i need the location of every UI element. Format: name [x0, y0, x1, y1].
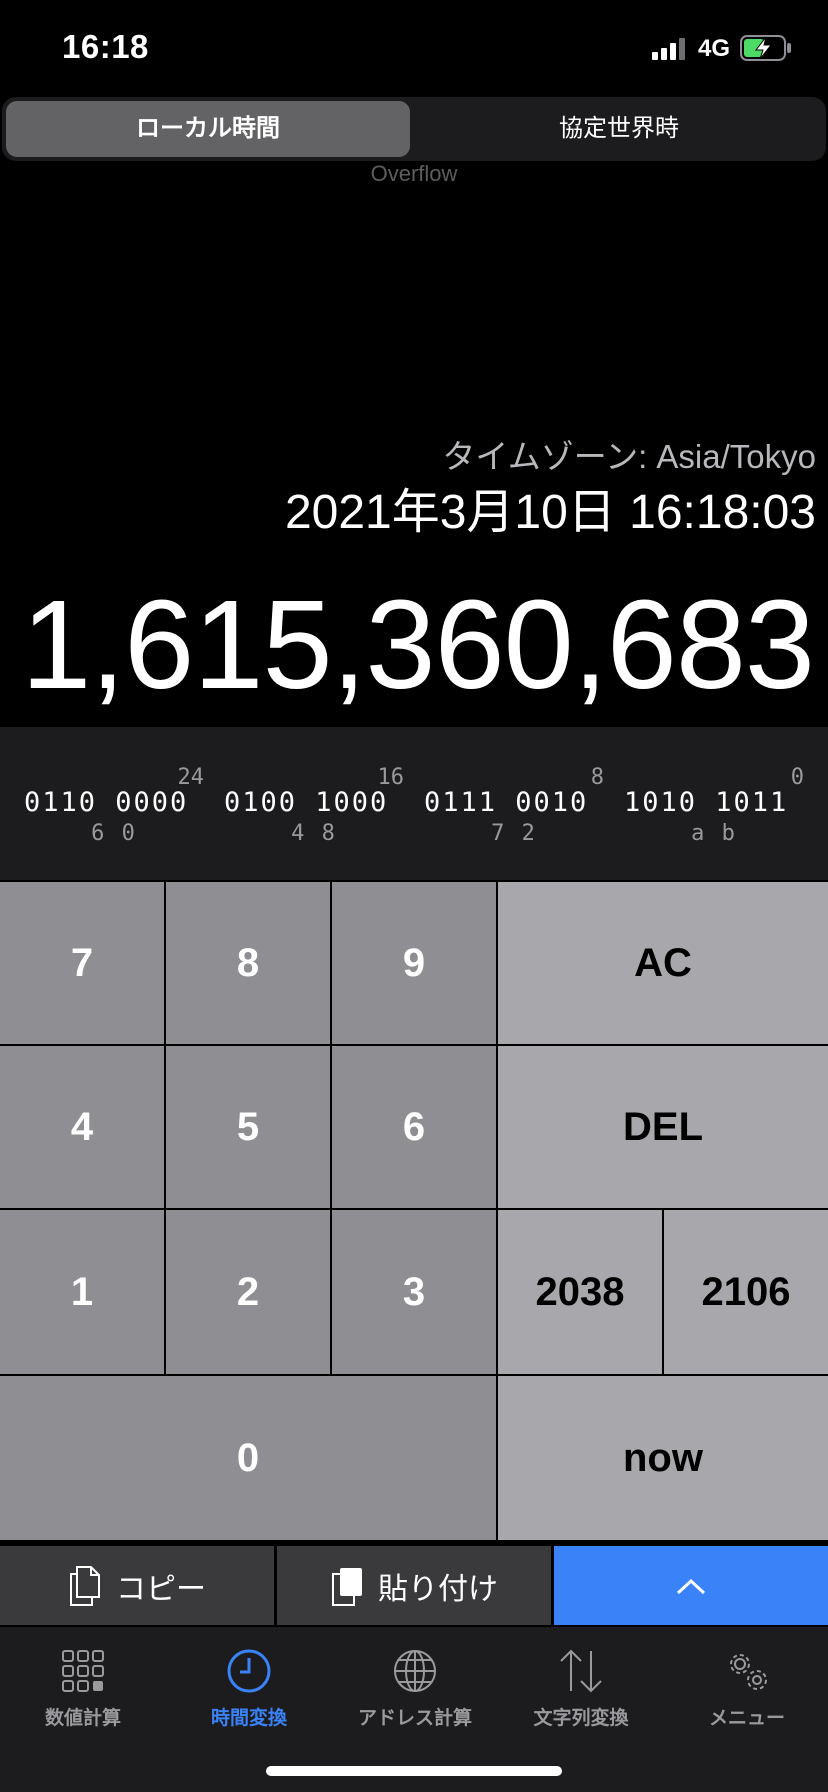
key-4[interactable]: 4: [0, 1046, 164, 1208]
binary-bits: 0110 0000: [24, 787, 189, 818]
tab-number-calc[interactable]: 数値計算: [0, 1647, 166, 1747]
hex-digits: a b: [691, 821, 737, 846]
binary-group: 16 0100 1000 4 8: [224, 727, 424, 880]
hex-digits: 7 2: [491, 821, 537, 846]
binary-group: 24 0110 0000 6 0: [24, 727, 224, 880]
hex-digits: 6 0: [91, 821, 137, 846]
battery-charging-icon: [740, 35, 791, 61]
key-7[interactable]: 7: [0, 882, 164, 1044]
copy-button[interactable]: コピー: [0, 1546, 274, 1625]
key-2[interactable]: 2: [166, 1210, 330, 1374]
grid-icon: [62, 1650, 104, 1692]
home-indicator[interactable]: [266, 1766, 562, 1776]
clock-icon: [227, 1649, 271, 1693]
paste-icon: [332, 1567, 362, 1606]
bit-position: 8: [590, 765, 604, 790]
paste-label: 貼り付け: [378, 1572, 498, 1606]
status-time: 16:18: [62, 28, 149, 65]
signal-icon: [652, 38, 685, 60]
copy-label: コピー: [116, 1572, 206, 1606]
delete-button[interactable]: DEL: [498, 1046, 828, 1208]
timezone-label[interactable]: タイムゾーン: Asia/Tokyo: [442, 430, 816, 478]
binary-panel: 24 0110 0000 6 0 16 0100 1000 4 8 8 0111…: [0, 727, 828, 880]
binary-group: 0 1010 1011 a b: [624, 727, 824, 880]
key-8[interactable]: 8: [166, 882, 330, 1044]
key-3[interactable]: 3: [332, 1210, 496, 1374]
key-6[interactable]: 6: [332, 1046, 496, 1208]
tab-address-calc[interactable]: アドレス計算: [332, 1647, 498, 1747]
tab-string-convert[interactable]: 文字列変換: [498, 1647, 664, 1747]
keypad: 7 8 9 AC 4 5 6 DEL 1 2 3 2038 2106 0 now: [0, 880, 828, 1545]
tab-label: メニュー: [708, 1708, 785, 1729]
tab-label: 数値計算: [44, 1708, 121, 1729]
collapse-keypad-button[interactable]: [554, 1546, 828, 1625]
tab-time-convert[interactable]: 時間変換: [166, 1647, 332, 1747]
all-clear-button[interactable]: AC: [498, 882, 828, 1044]
segment-local-time[interactable]: ローカル時間: [6, 101, 410, 157]
key-0[interactable]: 0: [0, 1376, 496, 1540]
tab-label: アドレス計算: [357, 1708, 472, 1729]
time-mode-segmented-control: ローカル時間 協定世界時: [2, 97, 826, 161]
action-bar: コピー 貼り付け: [0, 1546, 828, 1625]
year-2106-button[interactable]: 2106: [664, 1210, 828, 1374]
gear-icon: [730, 1654, 767, 1690]
binary-bits: 1010 1011: [624, 787, 789, 818]
overflow-label: Overflow: [370, 161, 458, 186]
status-bar: 16:18 4G: [0, 0, 828, 96]
segment-utc[interactable]: 協定世界時: [416, 101, 822, 157]
now-button[interactable]: now: [498, 1376, 828, 1540]
key-5[interactable]: 5: [166, 1046, 330, 1208]
unix-time-display: 1,615,360,683: [21, 574, 815, 715]
binary-bits: 0100 1000: [224, 787, 389, 818]
binary-bits: 0111 0010: [424, 787, 589, 818]
bit-position: 0: [790, 765, 804, 790]
key-1[interactable]: 1: [0, 1210, 164, 1374]
binary-group: 8 0111 0010 7 2: [424, 727, 624, 880]
network-type: 4G: [698, 35, 731, 62]
paste-button[interactable]: 貼り付け: [277, 1546, 551, 1625]
copy-icon: [70, 1565, 100, 1606]
tab-label: 時間変換: [210, 1708, 287, 1729]
tab-label: 文字列変換: [533, 1708, 629, 1729]
year-2038-button[interactable]: 2038: [498, 1210, 662, 1374]
chevron-up-icon: [676, 1578, 706, 1594]
arrows-updown-icon: [560, 1649, 602, 1693]
globe-icon: [394, 1650, 436, 1692]
key-9[interactable]: 9: [332, 882, 496, 1044]
tab-menu[interactable]: メニュー: [664, 1647, 828, 1747]
hex-digits: 4 8: [291, 821, 337, 846]
datetime-display: 2021年3月10日 16:18:03: [284, 486, 816, 539]
